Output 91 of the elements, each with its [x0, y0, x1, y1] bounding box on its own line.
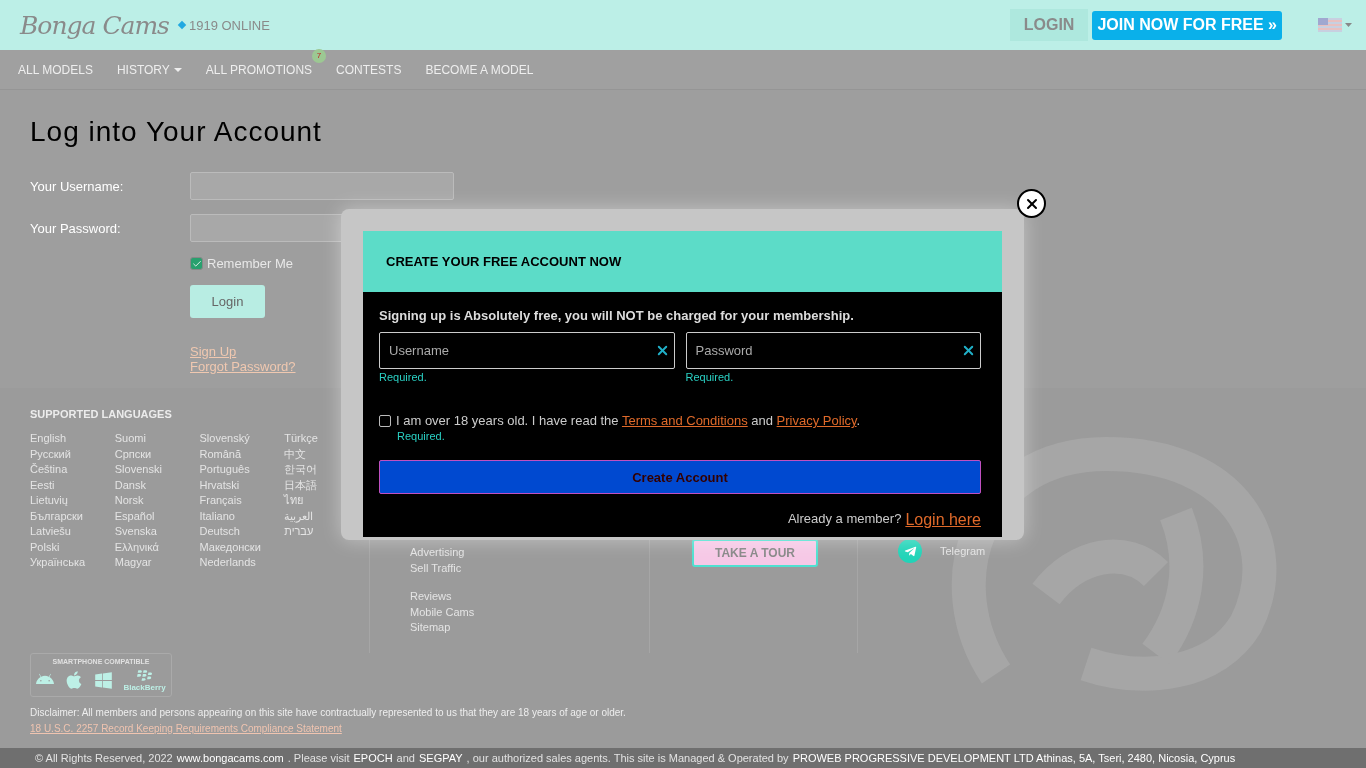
icon-caption: BlackBerry	[123, 683, 166, 692]
language-link[interactable]: Norsk	[114, 493, 144, 509]
language-link[interactable]: Dansk	[114, 477, 146, 493]
agree-checkbox[interactable]	[379, 414, 391, 427]
footer-link[interactable]: Advertising	[410, 545, 465, 561]
language-link[interactable]: Español	[114, 508, 155, 524]
member-text: Already a member?	[787, 511, 902, 528]
language-link[interactable]: 한국어	[284, 462, 318, 478]
language-link[interactable]: Русский	[30, 446, 71, 462]
text-link[interactable]: Sign Up	[190, 344, 237, 359]
logo: Bonga Cams	[20, 10, 169, 40]
telegram-icon[interactable]	[898, 539, 922, 563]
language-link[interactable]: Slovenski	[114, 462, 162, 478]
language-link[interactable]: Latviešu	[30, 524, 71, 540]
nav-link[interactable]: HISTORY	[116, 62, 182, 77]
language-link[interactable]: Hrvatski	[199, 477, 240, 493]
text-link[interactable]: Privacy Policy	[776, 413, 857, 428]
footer-link[interactable]: SEGPAY	[418, 752, 463, 764]
language-link[interactable]: Lietuvių	[30, 493, 68, 509]
windows-icon	[94, 670, 114, 690]
login-button[interactable]: LOGIN	[1009, 9, 1089, 41]
join-button[interactable]: JOIN NOW FOR FREE »	[1092, 10, 1282, 40]
field-label: Your Username:	[30, 178, 125, 194]
language-link[interactable]: Čeština	[30, 462, 68, 478]
copyright-text: . Please visit	[287, 752, 350, 764]
language-link[interactable]: Українська	[30, 555, 86, 571]
section-heading: SUPPORTED LANGUAGES	[30, 408, 173, 420]
language-link[interactable]: Türkçe	[284, 431, 318, 447]
copyright-text: , our authorized sales agents. This site is Managed & Operated by	[466, 752, 789, 764]
language-link[interactable]: Français	[199, 493, 242, 509]
language-link[interactable]: Suomi	[114, 431, 146, 447]
language-link[interactable]: Português	[199, 462, 250, 478]
nav-link[interactable]: ALL MODELS	[18, 62, 93, 77]
error-text: Required.	[397, 430, 446, 442]
remember-checkbox[interactable]: Remember Me	[190, 256, 293, 271]
agree-text: I am over 18 years old. I have read the Terms and Conditions and Privacy Policy.	[396, 413, 861, 428]
page-title: Log into Your Account	[30, 116, 323, 148]
language-link[interactable]: العربية	[284, 508, 314, 524]
footer-link[interactable]: EPOCH	[353, 752, 393, 764]
footer-link[interactable]: Sitemap	[410, 620, 451, 636]
footer-link[interactable]: Sell Traffic	[410, 560, 462, 576]
copyright-text: © All Rights Reserved, 2022	[35, 752, 173, 764]
language-link[interactable]: Slovenský	[199, 431, 250, 447]
close-button[interactable]	[1017, 189, 1046, 218]
nav-link[interactable]: BECOME A MODEL	[425, 62, 534, 77]
language-link[interactable]: 中文	[284, 446, 307, 462]
text-link[interactable]: Terms and Conditions	[621, 413, 748, 428]
language-link[interactable]: Deutsch	[199, 524, 240, 540]
language-link[interactable]: Svenska	[114, 524, 157, 540]
caret-icon	[173, 67, 182, 72]
error-text: Required.	[685, 371, 735, 383]
language-link[interactable]: Polski	[30, 539, 60, 555]
language-link[interactable]: Eesti	[30, 477, 55, 493]
language-link[interactable]: 日本語	[284, 477, 318, 493]
language-link[interactable]: Српски	[114, 446, 152, 462]
input-field[interactable]: Username	[379, 332, 675, 369]
compliance-link[interactable]: 18 U.S.C. 2257 Record Keeping Requirements Compliance Statement	[30, 723, 342, 734]
check-icon	[191, 258, 202, 269]
blackberry-icon	[137, 668, 152, 683]
language-link[interactable]: Български	[30, 508, 83, 524]
online-count: 1919 ONLINE	[178, 17, 270, 33]
language-link[interactable]: Nederlands	[199, 555, 256, 571]
social-link[interactable]: Telegram	[940, 545, 986, 557]
nav-link[interactable]: CONTESTS	[336, 62, 402, 77]
footer-link[interactable]: www.bongacams.com	[176, 752, 284, 764]
nav-link[interactable]: ALL PROMOTIONS	[205, 62, 313, 77]
login-link[interactable]: Login here	[905, 511, 981, 529]
clear-icon[interactable]	[961, 343, 976, 358]
intro-text: Signing up is Absolutely free, you will NOT be charged for your membership.	[379, 308, 855, 323]
tour-button[interactable]: TAKE A TOUR	[692, 539, 818, 567]
input-field[interactable]	[190, 172, 454, 200]
copyright-text: and	[396, 752, 415, 764]
language-link[interactable]: Македонски	[199, 539, 261, 555]
language-link[interactable]: Ελληνικά	[114, 539, 159, 555]
field-label: Your Password:	[30, 220, 122, 236]
footer-link[interactable]: Reviews	[410, 589, 452, 605]
language-link[interactable]: Română	[199, 446, 242, 462]
language-link[interactable]: עברית	[284, 524, 314, 540]
error-text: Required.	[379, 371, 428, 383]
create-account-button[interactable]: Create Account	[379, 460, 981, 494]
language-link[interactable]: Magyar	[114, 555, 152, 571]
login-button[interactable]: Login	[190, 285, 265, 318]
footer-link[interactable]: PROWEB PROGRESSIVE DEVELOPMENT LTD Athinas, 5A, Tseri, 2480, Nicosia, Cyprus	[792, 752, 1236, 764]
text-link[interactable]: Forgot Password?	[190, 359, 296, 374]
disclaimer-text: Disclaimer: All members and persons appearing on this site have contractually represented to us that they are 18 years of age or older.	[30, 707, 627, 718]
input-field[interactable]: Password	[685, 332, 981, 369]
modal-title: CREATE YOUR FREE ACCOUNT NOW	[386, 254, 622, 269]
language-link[interactable]: ไทย	[284, 493, 304, 509]
language-link[interactable]: English	[30, 431, 67, 447]
language-link[interactable]: Italiano	[199, 508, 235, 524]
footer-link[interactable]: Mobile Cams	[410, 604, 475, 620]
